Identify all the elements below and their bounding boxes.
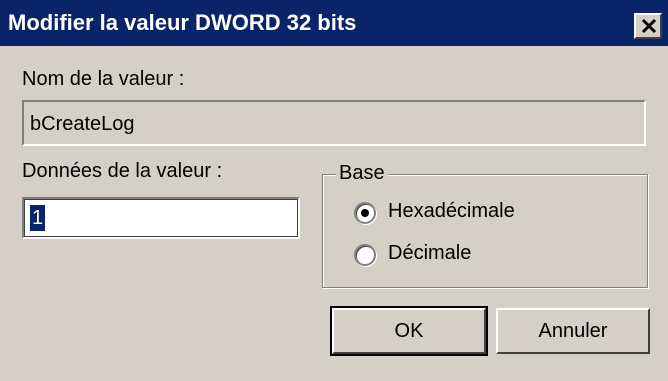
value-name-text: bCreateLog — [30, 113, 135, 135]
radio-hexadecimal-circle[interactable] — [354, 202, 376, 224]
value-data-input[interactable]: 1 — [22, 197, 300, 239]
value-name-label: Nom de la valeur : — [22, 68, 185, 90]
radio-decimal-label[interactable]: Décimale — [388, 242, 471, 265]
radio-decimal-circle[interactable] — [354, 244, 376, 266]
radio-selected-dot — [361, 209, 369, 217]
title-bar: Modifier la valeur DWORD 32 bits — [0, 0, 668, 46]
radio-hexadecimal-label[interactable]: Hexadécimale — [388, 200, 515, 223]
close-icon — [641, 18, 657, 34]
value-data-label: Données de la valeur : — [22, 160, 223, 182]
ok-button[interactable]: OK — [330, 306, 488, 356]
base-group-title: Base — [336, 162, 388, 185]
close-button[interactable] — [634, 13, 662, 39]
base-groupbox — [322, 174, 648, 288]
window-title: Modifier la valeur DWORD 32 bits — [8, 10, 357, 35]
dialog-window: Modifier la valeur DWORD 32 bits Nom de … — [0, 0, 668, 381]
value-name-field: bCreateLog — [22, 100, 646, 146]
value-data-text: 1 — [30, 205, 46, 231]
cancel-button[interactable]: Annuler — [496, 308, 650, 354]
